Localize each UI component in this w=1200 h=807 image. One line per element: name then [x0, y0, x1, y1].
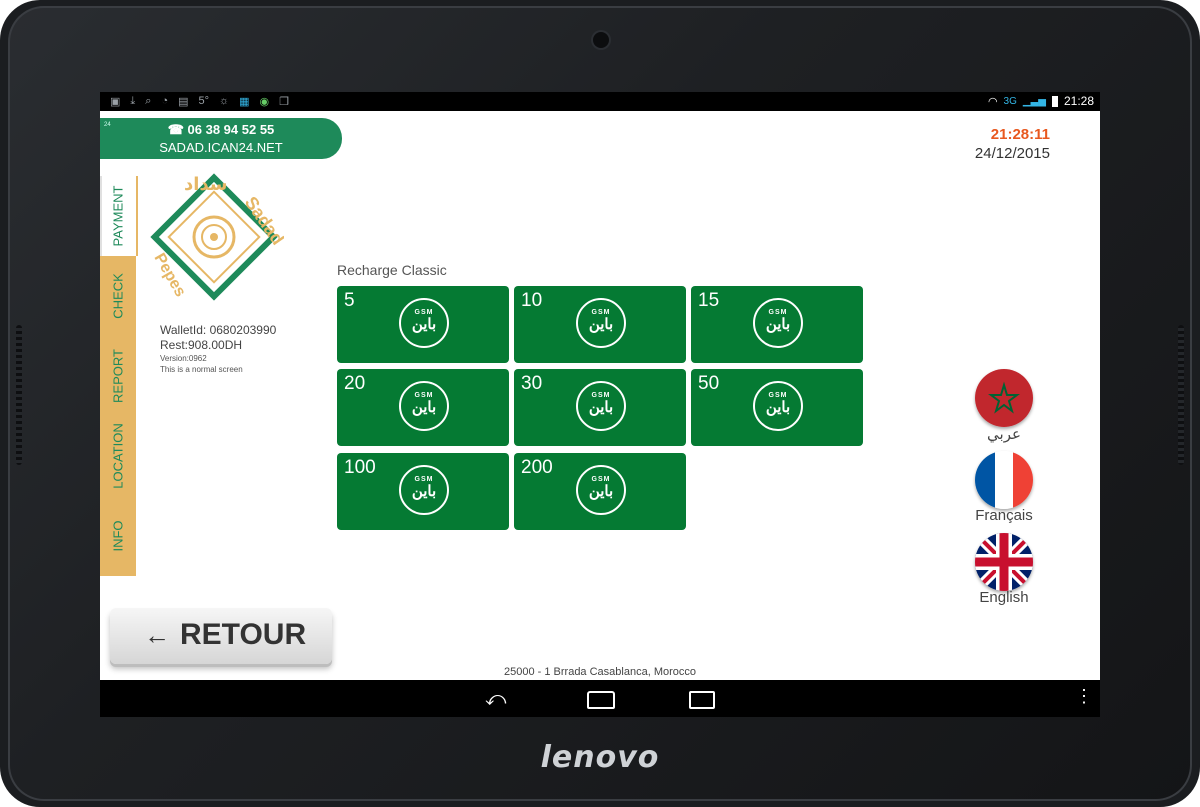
menu-icon[interactable]: ⋮ — [1075, 686, 1093, 707]
camera-icon — [593, 32, 609, 48]
back-icon[interactable]: ⤺ — [485, 688, 506, 711]
recharge-tile[interactable]: 30 GSM باين — [514, 369, 686, 446]
speaker-right — [1178, 325, 1184, 465]
recharge-tile[interactable]: 10 GSM باين — [514, 286, 686, 363]
home-icon[interactable] — [587, 691, 615, 709]
lang-arabic[interactable]: عربي — [972, 369, 1036, 443]
operator-logo-icon: GSM باين — [399, 298, 449, 348]
recharge-tile[interactable]: 200 GSM باين — [514, 453, 686, 530]
lang-english[interactable]: English — [972, 533, 1036, 606]
recent-apps-icon[interactable] — [689, 691, 715, 709]
contact-banner[interactable]: 24 ☎ 06 38 94 52 55 SADAD.ICAN24.NET — [100, 118, 342, 159]
tab-location[interactable]: LOCATION — [100, 416, 136, 496]
tile-amount: 30 — [521, 373, 543, 394]
tile-amount: 200 — [521, 457, 553, 478]
phone-number: 06 38 94 52 55 — [187, 122, 275, 137]
signal-icon: ▁▃▅ — [1022, 95, 1046, 107]
status-bar: ▣ ⤓ ⌕ ◔ ▤ 5° ☼ ▦ ◉ ❐ ◠ 3G ▁▃▅ 21:28 — [100, 92, 1100, 111]
weather-icon: ☼ — [219, 95, 230, 107]
date: 24/12/2015 — [974, 145, 1050, 162]
arrow-left-icon: ← — [144, 620, 170, 650]
tab-report[interactable]: REPORT — [100, 336, 136, 416]
recharge-tile[interactable]: 5 GSM باين — [337, 286, 509, 363]
france-flag-icon — [975, 451, 1033, 509]
operator-logo-icon: GSM باين — [576, 298, 626, 348]
battery-icon — [1051, 95, 1058, 107]
download-icon: ⤓ — [130, 95, 136, 107]
recharge-tile[interactable]: 15 GSM باين — [691, 286, 863, 363]
tab-label: LOCATION — [110, 423, 126, 489]
lang-label: Français — [975, 507, 1033, 524]
logo-text-arabic: سداد — [184, 174, 228, 195]
operator-logo-icon: GSM باين — [399, 381, 449, 431]
badge-icon: ◉ — [259, 96, 270, 108]
recharge-tile[interactable]: 100 GSM باين — [337, 453, 509, 530]
tile-amount: 15 — [698, 290, 720, 311]
image-icon: ▣ — [110, 96, 121, 108]
tile-amount: 50 — [698, 373, 720, 394]
section-title: Recharge Classic — [337, 262, 447, 278]
lang-label: English — [979, 589, 1029, 606]
speaker-left — [16, 325, 22, 465]
tablet-frame: lenovo ▣ ⤓ ⌕ ◔ ▤ 5° ☼ ▦ ◉ ❐ ◠ 3G ▁▃▅ 21:… — [0, 0, 1200, 807]
screen-note: This is a normal screen — [160, 365, 243, 374]
status-right: ◠ 3G ▁▃▅ 21:28 — [988, 94, 1094, 108]
photo-icon: ▤ — [178, 96, 189, 108]
operator-logo-icon: GSM باين — [753, 298, 803, 348]
notification-icons: ▣ ⤓ ⌕ ◔ ▤ 5° ☼ ▦ ◉ ❐ — [110, 95, 289, 108]
contact-site: SADAD.ICAN24.NET — [159, 140, 283, 155]
gallery-icon: ❐ — [279, 96, 290, 108]
tile-amount: 20 — [344, 373, 366, 394]
logo-text-bottom: Pepes — [151, 251, 189, 300]
tab-info[interactable]: INFO — [100, 496, 136, 576]
network-type: 3G — [1003, 95, 1017, 107]
lang-french[interactable]: Français — [972, 451, 1036, 524]
clock: 21:28:11 — [990, 126, 1050, 143]
contact-phone: ☎ 06 38 94 52 55 — [100, 122, 342, 138]
wifi-icon: ◠ — [987, 95, 998, 108]
lang-label: عربي — [987, 426, 1021, 443]
alarm-icon: ◔ — [161, 95, 169, 107]
search-icon: ⌕ — [145, 95, 152, 107]
phone-icon: ☎ — [167, 122, 184, 137]
uk-flag-icon — [975, 533, 1033, 591]
sidebar-tabs: PAYMENT CHECK REPORT LOCATION INFO — [100, 176, 138, 580]
contact-small-text: 24 — [104, 122, 111, 128]
calendar-icon: ▦ — [239, 96, 250, 108]
tab-payment[interactable]: PAYMENT — [100, 176, 138, 256]
screen: ▣ ⤓ ⌕ ◔ ▤ 5° ☼ ▦ ◉ ❐ ◠ 3G ▁▃▅ 21:28 24 ☎… — [100, 92, 1100, 717]
tile-amount: 100 — [344, 457, 376, 478]
status-time: 21:28 — [1063, 94, 1094, 108]
operator-logo-icon: GSM باين — [753, 381, 803, 431]
tab-label: INFO — [110, 520, 126, 552]
wallet-info: WalletId: 0680203990 Rest:908.00DH Versi… — [160, 323, 276, 375]
wallet-rest: Rest:908.00DH — [160, 338, 243, 352]
retour-button[interactable]: ← RETOUR — [110, 608, 332, 664]
retour-label: RETOUR — [180, 618, 307, 651]
brand-logo: lenovo — [540, 740, 660, 775]
temperature-text: 5° — [198, 95, 210, 107]
tab-label: PAYMENT — [110, 185, 126, 247]
tab-label: CHECK — [110, 273, 126, 319]
tile-amount: 10 — [521, 290, 543, 311]
operator-logo-icon: GSM باين — [576, 465, 626, 515]
tab-check[interactable]: CHECK — [100, 256, 136, 336]
operator-logo-icon: GSM باين — [399, 465, 449, 515]
recharge-tile[interactable]: 20 GSM باين — [337, 369, 509, 446]
sadad-logo: Sadad Pepes سداد — [144, 172, 288, 302]
navigation-bar: ⤺ ⋮ — [100, 680, 1100, 717]
wallet-id: WalletId: 0680203990 — [160, 323, 277, 337]
operator-logo-icon: GSM باين — [576, 381, 626, 431]
tile-amount: 5 — [344, 290, 355, 311]
footer-address: 25000 - 1 Brrada Casablanca, Morocco — [504, 666, 696, 678]
morocco-flag-icon — [975, 369, 1033, 427]
app-version: Version:0962 — [160, 354, 207, 363]
recharge-tile[interactable]: 50 GSM باين — [691, 369, 863, 446]
tab-label: REPORT — [110, 349, 126, 403]
